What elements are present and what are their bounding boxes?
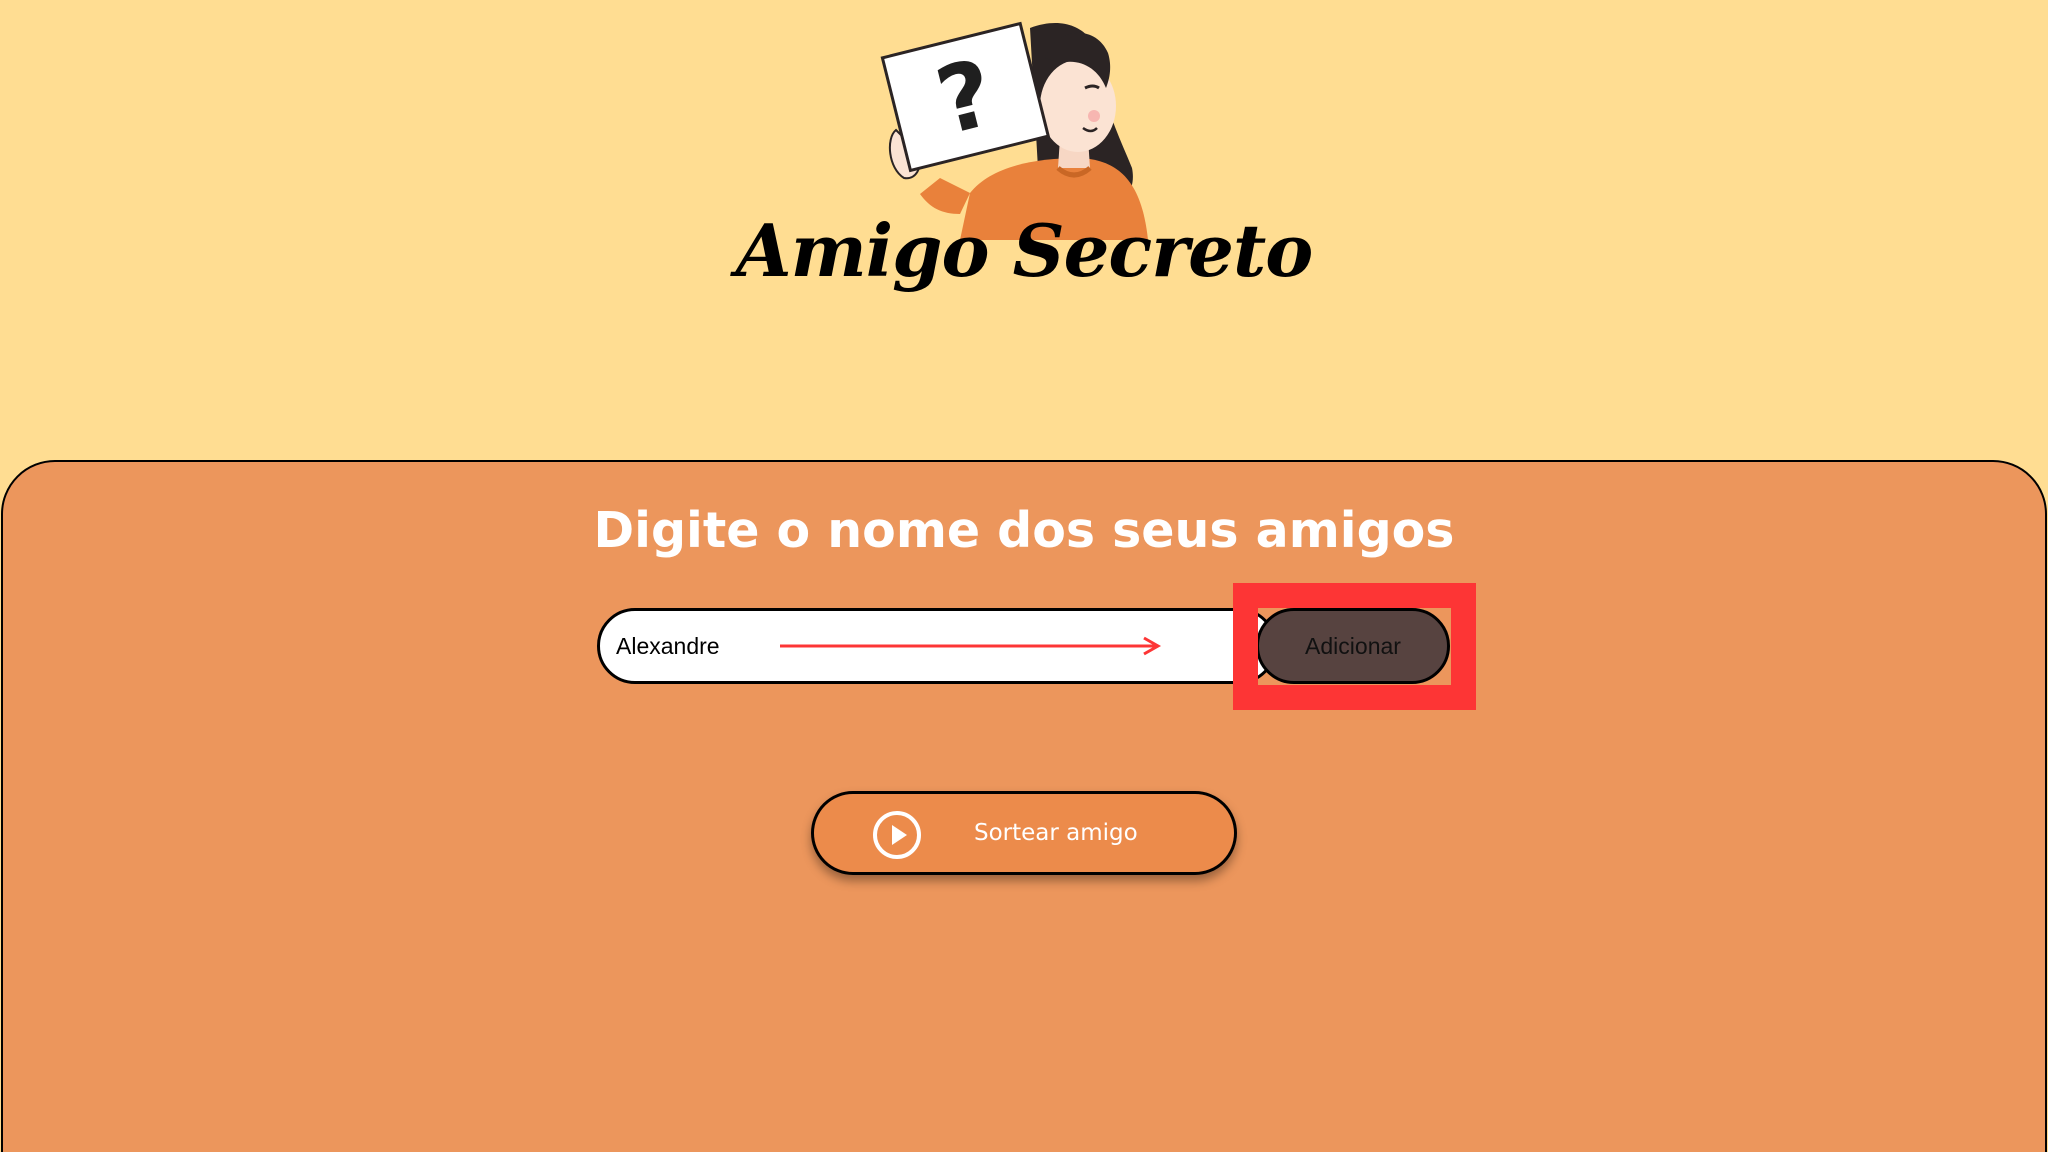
- draw-friend-button[interactable]: Sortear amigo: [811, 791, 1237, 875]
- annotation-arrow-icon: [780, 636, 1162, 656]
- add-button[interactable]: Adicionar: [1256, 608, 1450, 684]
- play-circle-icon: [873, 811, 921, 859]
- app-title: Amigo Secreto: [735, 208, 1314, 293]
- woman-question-sign-illustration: ?: [880, 21, 1148, 240]
- draw-button-label: Sortear amigo: [974, 820, 1138, 846]
- app-page: ? Amigo Secreto Digite o nome dos seus a…: [0, 0, 2048, 1152]
- header: ? Amigo Secreto: [0, 0, 2048, 460]
- section-subtitle: Digite o nome dos seus amigos: [593, 502, 1455, 559]
